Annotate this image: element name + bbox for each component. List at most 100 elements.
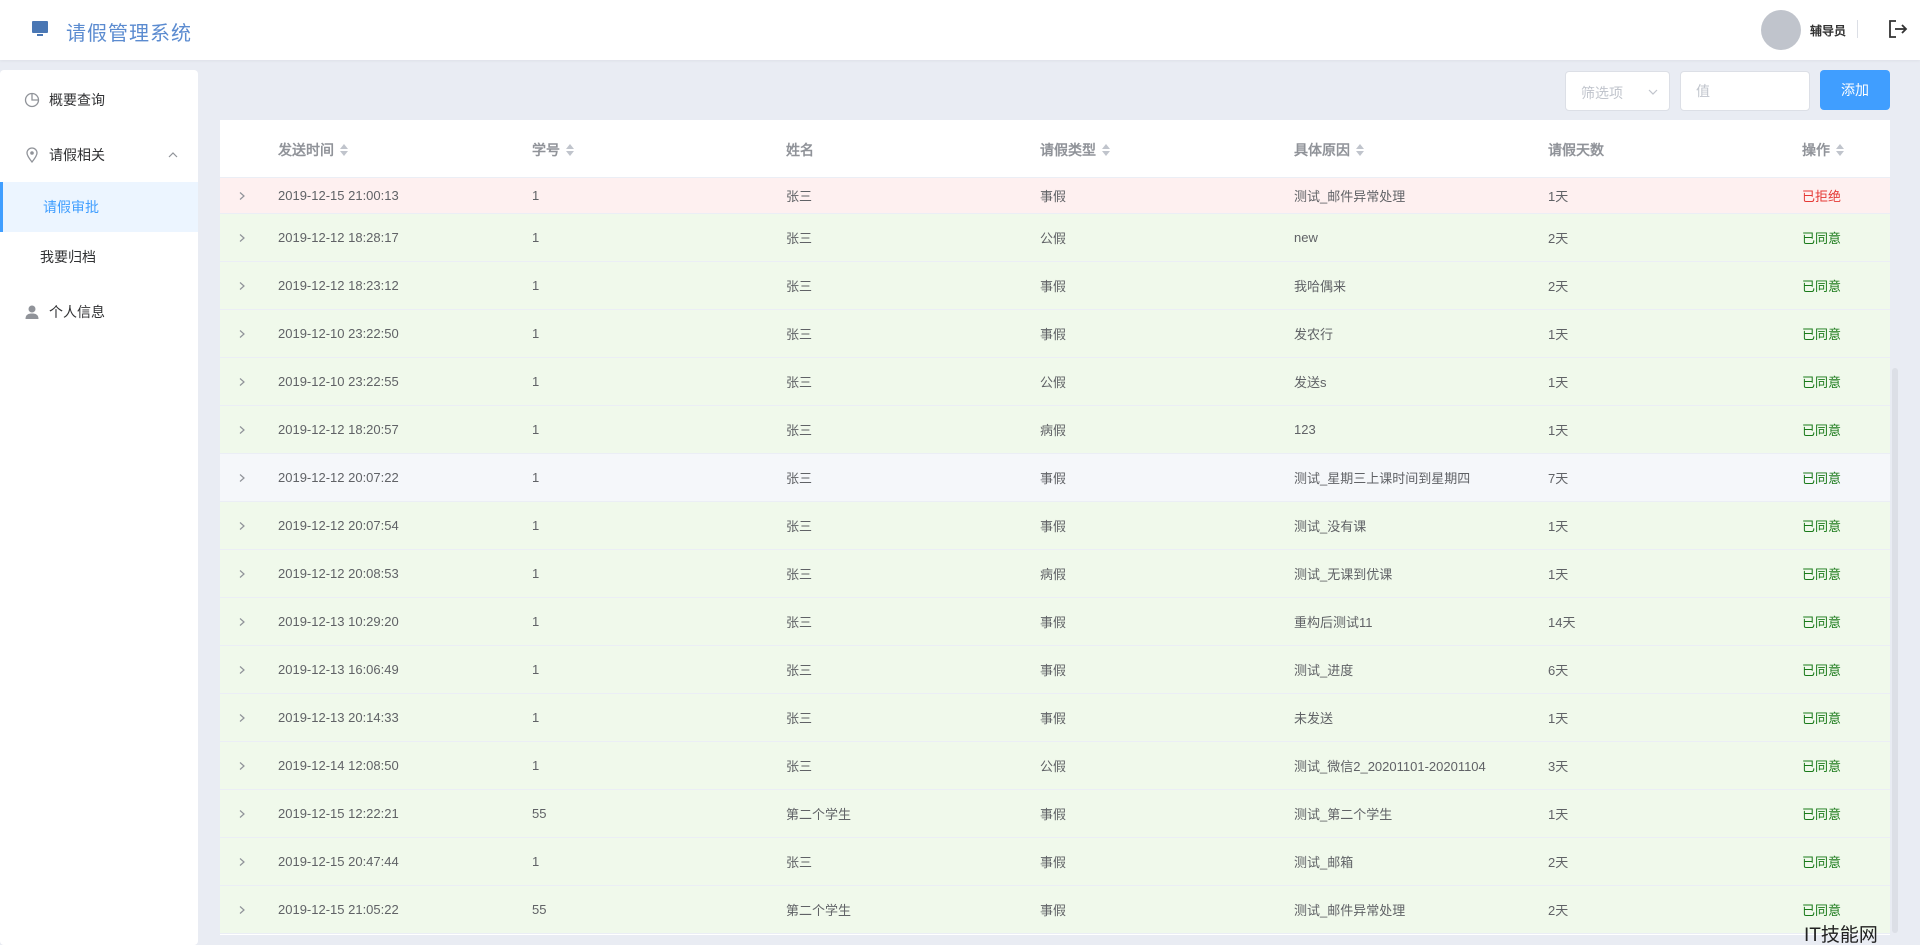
chevron-right-icon[interactable] xyxy=(236,358,248,405)
vertical-scrollbar[interactable] xyxy=(1892,368,1898,933)
cell-status: 已同意 xyxy=(1802,471,1842,486)
table-row[interactable]: 2019-12-15 21:05:22 55 第二个学生 事假 测试_邮件异常处理 2天已… xyxy=(220,886,1890,934)
cell-days: 2天 xyxy=(1548,855,1569,870)
sidebar-item-profile[interactable]: 个人信息 xyxy=(0,287,198,337)
table-row[interactable]: 2019-12-15 12:22:21 55 第二个学生 事假 测试_第二个学生 1天 已同… xyxy=(220,790,1890,838)
table-row[interactable]: 2019-12-10 23:22:50 1 张三 事假 发农行 1天 已同意 xyxy=(220,310,1890,358)
chevron-right-icon[interactable] xyxy=(236,742,248,789)
column-header-label: 姓名 xyxy=(786,142,814,158)
column-header-sid[interactable]: 学号 xyxy=(532,140,574,160)
chevron-right-icon[interactable] xyxy=(236,178,248,213)
sidebar-subitem-approval[interactable]: 请假审批 xyxy=(0,182,198,232)
chevron-right-icon[interactable] xyxy=(236,790,248,837)
cell-student-id: 1 xyxy=(532,662,540,677)
table-row[interactable]: 2019-12-12 20:08:53 1 张三 病假 测试_无课到优课 1天 已同意 xyxy=(220,550,1890,598)
cell-name: 张三 xyxy=(786,189,813,204)
table-row[interactable]: 2019-12-12 18:28:17 1 张三 公假 new 2天 已同意 xyxy=(220,214,1890,262)
cell-leave-type: 事假 xyxy=(1040,807,1067,822)
cell-reason: 测试_第二个学生 xyxy=(1294,807,1393,822)
cell-status: 已同意 xyxy=(1802,519,1842,534)
chevron-right-icon[interactable] xyxy=(236,406,248,453)
table-row[interactable]: 2019-12-13 10:29:20 1 张三 事假 重构后测试11 14天 已同意 xyxy=(220,598,1890,646)
cell-reason: 我哈偶来 xyxy=(1294,279,1347,294)
cell-status: 已同意 xyxy=(1802,807,1842,822)
chevron-right-icon[interactable] xyxy=(236,694,248,741)
column-header-reason[interactable]: 具体原因 xyxy=(1294,140,1364,160)
cell-time: 2019-12-10 23:22:50 xyxy=(278,326,399,341)
column-header-time[interactable]: 发送时间 xyxy=(278,140,348,160)
cell-days: 1天 xyxy=(1548,711,1569,726)
table-row[interactable]: 2019-12-13 20:14:33 1 张三 事假 未发送 1天 已同意 xyxy=(220,694,1890,742)
cell-days: 14天 xyxy=(1548,615,1576,630)
cell-days: 1天 xyxy=(1548,807,1569,822)
column-header-label: 具体原因 xyxy=(1294,142,1350,158)
sort-icon[interactable] xyxy=(1102,144,1110,156)
cell-reason: new xyxy=(1294,230,1318,245)
table-row[interactable]: 2019-12-14 12:08:50 1 张三 公假 测试_微信2_20201101-… xyxy=(220,742,1890,790)
sidebar-item-leave[interactable]: 请假相关 xyxy=(0,130,198,180)
cell-days: 1天 xyxy=(1548,327,1569,342)
cell-student-id: 1 xyxy=(532,710,540,725)
watermark: IT技能网 xyxy=(1804,925,1878,945)
table-row[interactable]: 2019-12-15 21:00:13 1 张三 事假 测试_邮件异常处理 1天 已拒绝 xyxy=(220,178,1890,214)
column-header-name: 姓名 xyxy=(786,140,814,160)
chevron-right-icon[interactable] xyxy=(236,838,248,885)
location-icon xyxy=(26,147,38,163)
cell-status: 已同意 xyxy=(1802,711,1842,726)
table-row[interactable]: 2019-12-10 23:22:55 1 张三 公假 发送s 1天 已同意 xyxy=(220,358,1890,406)
sidebar-subitem-label: 请假审批 xyxy=(43,199,99,215)
chevron-right-icon[interactable] xyxy=(236,646,248,693)
table-row[interactable]: 2019-12-15 20:47:44 1 张三 事假 测试_邮箱 2天 已同意 xyxy=(220,838,1890,886)
column-header-type[interactable]: 请假类型 xyxy=(1040,140,1110,160)
table-row[interactable]: 2019-12-12 20:07:22 1 张三 事假 测试_星期三上课时间到星期四 7天… xyxy=(220,454,1890,502)
column-header-action[interactable]: 操作 xyxy=(1802,140,1844,160)
chevron-right-icon[interactable] xyxy=(236,550,248,597)
chevron-right-icon[interactable] xyxy=(236,214,248,261)
cell-student-id: 1 xyxy=(532,518,540,533)
cell-time: 2019-12-12 18:28:17 xyxy=(278,230,399,245)
table-row[interactable]: 2019-12-12 18:23:12 1 张三 事假 我哈偶来 2天 已同意 xyxy=(220,262,1890,310)
sort-icon[interactable] xyxy=(566,144,574,156)
leave-table: 发送时间 学号 姓名 请假类型 具体原因 请假天数 操作 2019-12-15 … xyxy=(220,120,1890,935)
chevron-right-icon[interactable] xyxy=(236,886,248,933)
chevron-right-icon[interactable] xyxy=(236,502,248,549)
header-divider xyxy=(1857,20,1858,38)
sidebar-subitem-archive[interactable]: 我要归档 xyxy=(0,232,198,282)
cell-reason: 测试_邮件异常处理 xyxy=(1294,903,1406,918)
top-header: 请假管理系统 辅导员 xyxy=(0,0,1920,60)
cell-leave-type: 公假 xyxy=(1040,759,1067,774)
avatar[interactable] xyxy=(1761,10,1801,50)
cell-time: 2019-12-13 10:29:20 xyxy=(278,614,399,629)
cell-status: 已同意 xyxy=(1802,231,1842,246)
cell-name: 第二个学生 xyxy=(786,903,852,918)
cell-student-id: 55 xyxy=(532,902,547,917)
sidebar-item-overview[interactable]: 概要查询 xyxy=(0,75,198,125)
cell-reason: 测试_邮件异常处理 xyxy=(1294,189,1406,204)
cell-leave-type: 事假 xyxy=(1040,327,1067,342)
chevron-right-icon[interactable] xyxy=(236,262,248,309)
value-input[interactable] xyxy=(1680,71,1810,111)
cell-leave-type: 公假 xyxy=(1040,375,1067,390)
add-button[interactable]: 添加 xyxy=(1820,70,1890,110)
cell-days: 1天 xyxy=(1548,375,1569,390)
column-header-label: 发送时间 xyxy=(278,142,334,158)
sort-icon[interactable] xyxy=(1836,144,1844,156)
cell-student-id: 1 xyxy=(532,374,540,389)
sort-icon[interactable] xyxy=(340,144,348,156)
user-name[interactable]: 辅导员 xyxy=(1810,22,1846,39)
cell-leave-type: 事假 xyxy=(1040,711,1067,726)
cell-name: 张三 xyxy=(786,711,813,726)
filter-select[interactable]: 筛选项 xyxy=(1565,71,1670,111)
cell-status: 已同意 xyxy=(1802,567,1842,582)
chevron-right-icon[interactable] xyxy=(236,598,248,645)
chevron-right-icon[interactable] xyxy=(236,454,248,501)
cell-days: 2天 xyxy=(1548,231,1569,246)
column-header-label: 请假天数 xyxy=(1548,142,1604,158)
sort-icon[interactable] xyxy=(1356,144,1364,156)
table-row[interactable]: 2019-12-12 20:07:54 1 张三 事假 测试_没有课 1天 已同意 xyxy=(220,502,1890,550)
logout-icon[interactable] xyxy=(1887,18,1909,40)
table-row[interactable]: 2019-12-13 16:06:49 1 张三 事假 测试_进度 6天 已同意 xyxy=(220,646,1890,694)
cell-time: 2019-12-14 12:08:50 xyxy=(278,758,399,773)
chevron-right-icon[interactable] xyxy=(236,310,248,357)
table-row[interactable]: 2019-12-12 18:20:57 1 张三 病假 123 1天 已同意 xyxy=(220,406,1890,454)
